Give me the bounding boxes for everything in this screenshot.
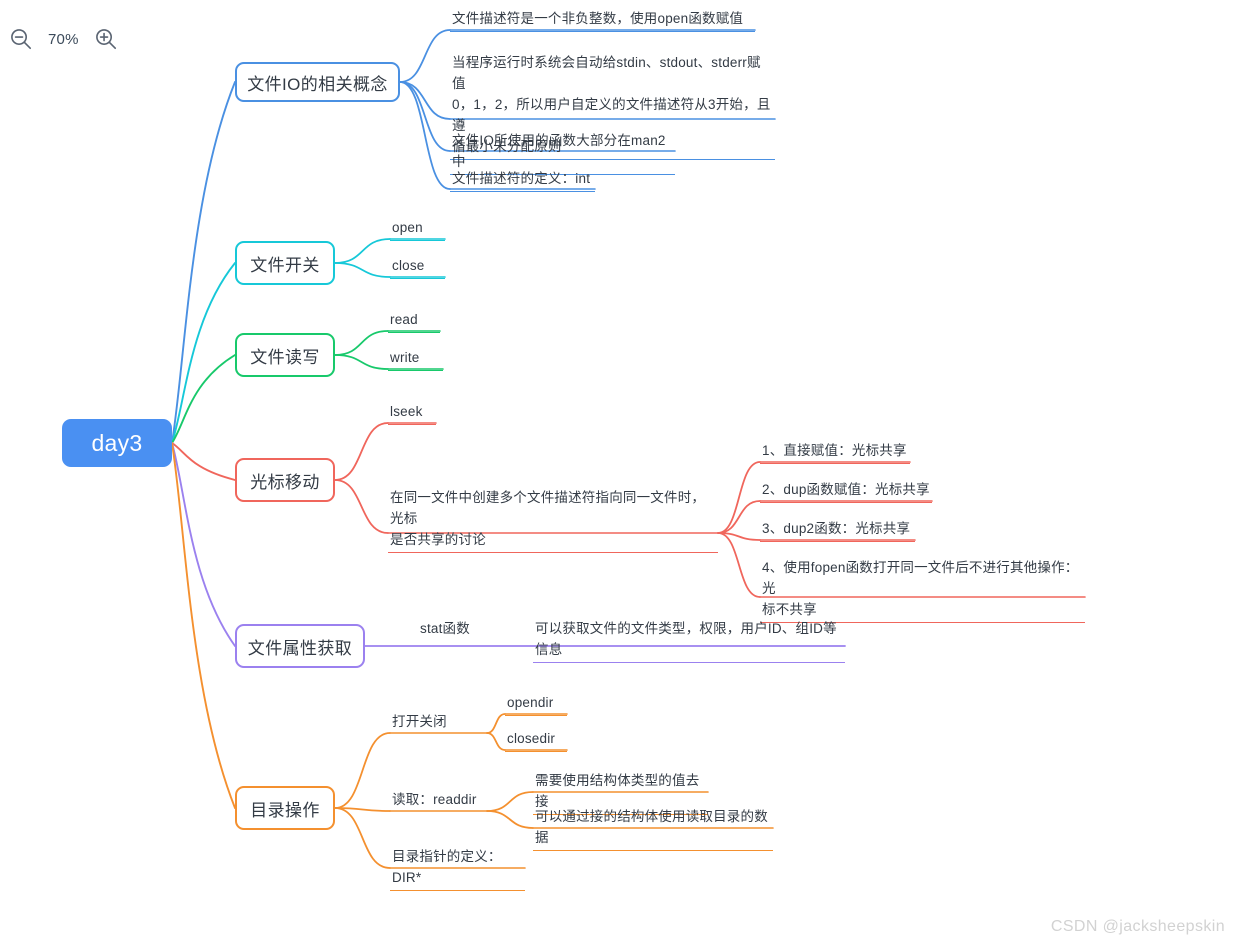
leaf-item[interactable]: 读取：readdir [390,789,485,810]
leaf-label: 在同一文件中创建多个文件描述符指向同一文件时，光标 是否共享的讨论 [390,490,706,547]
leaf-item[interactable]: 打开关闭 [390,711,452,732]
leaf-item[interactable]: 文件描述符是一个非负整数，使用open函数赋值 [450,8,755,32]
leaf-item[interactable]: opendir [505,692,567,716]
leaf-item[interactable]: 1、直接赋值：光标共享 [760,440,910,464]
zoom-toolbar: 70% [8,26,119,52]
topic-label: 文件开关 [250,255,320,275]
leaf-label: open [392,220,423,235]
leaf-item[interactable]: open [390,217,445,241]
leaf-label: 可以通过接的结构体使用读取目录的数据 [535,809,768,845]
leaf-item[interactable]: 可以获取文件的文件类型，权限，用户ID、组ID等信息 [533,618,845,663]
mindmap-node-layer: day3 文件IO的相关概念 文件描述符是一个非负整数，使用open函数赋值 当… [0,0,1239,952]
leaf-label: 读取：readdir [392,792,477,807]
topic-cursor-move[interactable]: 光标移动 [235,458,335,502]
mindmap-canvas: day3 文件IO的相关概念 文件描述符是一个非负整数，使用open函数赋值 当… [0,0,1239,952]
leaf-label: 2、dup函数赋值：光标共享 [762,482,930,497]
leaf-label: 3、dup2函数：光标共享 [762,521,911,536]
topic-label: 目录操作 [250,800,320,820]
zoom-level-label: 70% [48,30,79,48]
leaf-label: opendir [507,695,554,710]
leaf-item[interactable]: 3、dup2函数：光标共享 [760,518,915,542]
leaf-item[interactable]: closedir [505,728,567,752]
leaf-item[interactable]: 2、dup函数赋值：光标共享 [760,479,932,503]
leaf-item[interactable]: stat函数 [418,618,480,639]
leaf-label: write [390,350,420,365]
leaf-item[interactable]: 文件描述符的定义：int [450,168,595,192]
leaf-item[interactable]: 4、使用fopen函数打开同一文件后不进行其他操作：光 标不共享 [760,557,1085,623]
root-node-day3[interactable]: day3 [62,419,172,467]
leaf-item[interactable]: 可以通过接的结构体使用读取目录的数据 [533,806,773,851]
leaf-label: 4、使用fopen函数打开同一文件后不进行其他操作：光 标不共享 [762,560,1079,617]
leaf-item[interactable]: close [390,255,445,279]
topic-file-attributes[interactable]: 文件属性获取 [235,624,365,668]
leaf-label: 1、直接赋值：光标共享 [762,443,907,458]
zoom-out-magnifier-icon[interactable] [8,26,34,52]
topic-label: 光标移动 [250,472,320,492]
leaf-label: read [390,312,418,327]
topic-label: 文件IO的相关概念 [247,74,388,94]
topic-file-open-close[interactable]: 文件开关 [235,241,335,285]
topic-label: 文件属性获取 [247,638,353,658]
leaf-label: closedir [507,731,556,746]
watermark: CSDN @jacksheepskin [1050,918,1225,935]
root-node-label: day3 [91,429,143,456]
topic-label: 文件读写 [250,347,320,367]
topic-directory-operations[interactable]: 目录操作 [235,786,335,830]
leaf-label: 文件描述符是一个非负整数，使用open函数赋值 [452,11,744,26]
zoom-in-magnifier-icon[interactable] [93,26,119,52]
leaf-item[interactable]: 在同一文件中创建多个文件描述符指向同一文件时，光标 是否共享的讨论 [388,487,718,553]
leaf-label: close [392,258,425,273]
leaf-label: 打开关闭 [392,714,447,729]
leaf-label: 可以获取文件的文件类型，权限，用户ID、组ID等信息 [535,621,837,657]
topic-file-read-write[interactable]: 文件读写 [235,333,335,377]
leaf-item[interactable]: lseek [388,401,436,425]
leaf-label: 文件描述符的定义：int [452,171,591,186]
leaf-item[interactable]: read [388,309,440,333]
leaf-label: lseek [390,404,423,419]
topic-file-io-concepts[interactable]: 文件IO的相关概念 [235,62,400,102]
leaf-item[interactable]: write [388,347,443,371]
leaf-label: stat函数 [420,621,470,636]
leaf-label: 目录指针的定义：DIR* [392,849,502,885]
leaf-item[interactable]: 目录指针的定义：DIR* [390,846,525,891]
